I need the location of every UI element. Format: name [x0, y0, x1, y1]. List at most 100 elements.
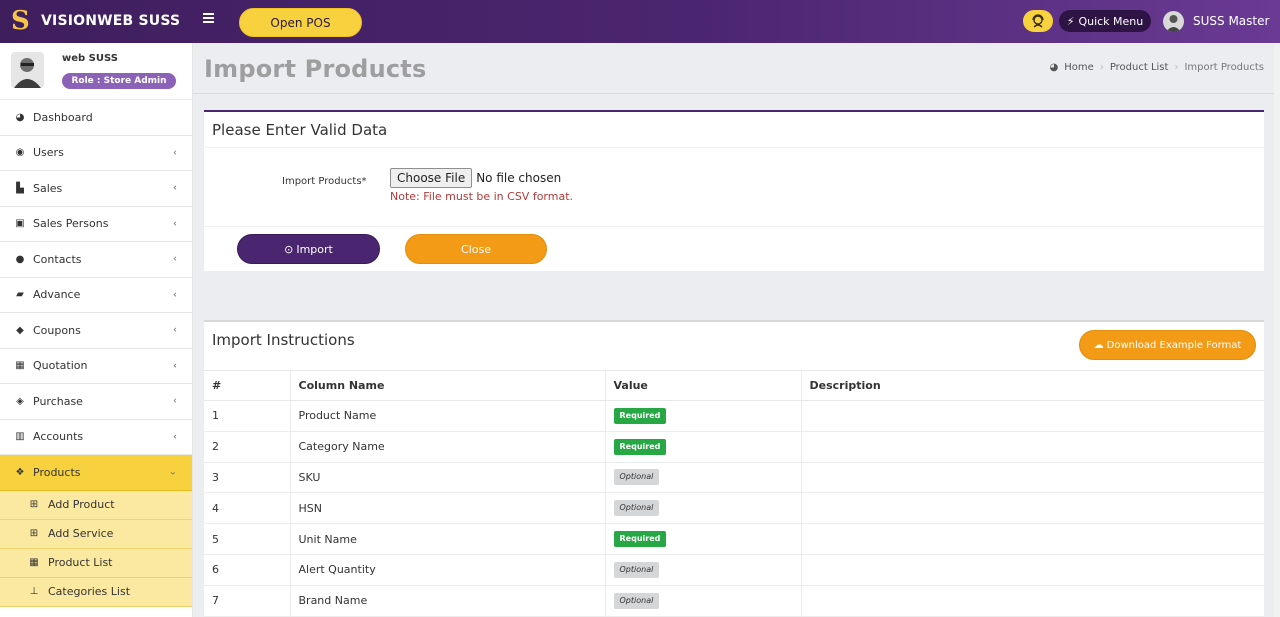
import-instructions-card: Import Instructions ☁ Download Example F… — [204, 320, 1264, 617]
submenu-item-add-product[interactable]: ⊞ Add Product — [0, 491, 192, 520]
role-badge: Role : Store Admin — [62, 73, 176, 89]
import-button[interactable]: ⊙ Import — [237, 234, 380, 264]
sidebar-item-sales-persons[interactable]: ▣ Sales Persons ‹ — [0, 207, 192, 242]
row-description — [800, 585, 1264, 617]
open-pos-button[interactable]: Open POS — [239, 8, 362, 37]
sidebar-item-advance[interactable]: ▰ Advance ‹ — [0, 278, 192, 313]
support-button[interactable] — [1023, 10, 1053, 32]
submenu-item-product-list[interactable]: ▦ Product List — [0, 549, 192, 578]
sidebar-item-purchase[interactable]: ◈ Purchase ‹ — [0, 384, 192, 420]
table-row: 1 Product Name Required — [204, 400, 1264, 432]
import-label: Import — [296, 242, 333, 256]
form-title: Please Enter Valid Data — [212, 121, 388, 139]
sidebar-item-users[interactable]: ◉ Users ‹ — [0, 136, 192, 171]
table-row: 2 Category Name Required — [204, 431, 1264, 463]
sidebar-item-accounts[interactable]: ▥ Accounts ‹ — [0, 420, 192, 455]
row-column-name: HSN — [289, 492, 605, 525]
home-icon: ◕ — [1049, 62, 1059, 73]
row-value: Optional — [604, 585, 801, 617]
download-label: Download Example Format — [1106, 339, 1242, 351]
profile-avatar — [11, 52, 44, 88]
sidebar-item-label: Quotation — [33, 359, 88, 373]
breadcrumb-current: Import Products — [1184, 62, 1264, 73]
sidebar-item-label: Advance — [33, 288, 81, 302]
breadcrumb-separator: › — [1174, 62, 1179, 73]
chevron-down-icon: ⌄ — [168, 466, 177, 478]
chevron-left-icon: ‹ — [173, 289, 177, 301]
breadcrumb-home[interactable]: Home — [1064, 62, 1094, 73]
sidebar-item-label: Sales — [33, 181, 63, 195]
user-menu[interactable]: SUSS Master — [1163, 10, 1269, 32]
required-badge: Required — [613, 531, 667, 548]
quick-menu-button[interactable]: ⚡ Quick Menu — [1059, 10, 1151, 32]
chevron-left-icon: ‹ — [173, 395, 177, 407]
submenu-item-label: Add Product — [48, 498, 115, 511]
dashboard-icon: ◕ — [15, 111, 25, 123]
profile-name: web SUSS — [62, 53, 118, 64]
sitemap-icon: ⊥ — [29, 586, 39, 597]
brand-name: VISIONWEB SUSS — [41, 13, 181, 29]
submenu-item-label: Categories List — [48, 585, 131, 598]
plus-square-icon: ⊞ — [29, 528, 39, 539]
avatar — [1163, 10, 1184, 32]
cloud-download-icon: ☁ — [1093, 339, 1104, 351]
row-num: 7 — [204, 585, 290, 617]
row-description — [800, 554, 1264, 586]
download-example-button[interactable]: ☁ Download Example Format — [1079, 330, 1256, 360]
row-value: Optional — [604, 492, 801, 525]
choose-file-button[interactable]: Choose File — [390, 168, 473, 188]
sidebar-item-label: Dashboard — [33, 110, 93, 124]
row-column-name: Unit Name — [289, 523, 605, 555]
lightning-icon: ⚡ — [1066, 14, 1075, 28]
optional-badge: Optional — [613, 500, 660, 517]
calendar-icon: ▦ — [15, 360, 25, 372]
optional-badge: Optional — [613, 592, 660, 609]
chevron-left-icon: ‹ — [173, 147, 177, 159]
row-value: Optional — [604, 554, 801, 586]
sidebar-item-coupons[interactable]: ◆ Coupons ‹ — [0, 313, 192, 349]
submenu-item-add-service[interactable]: ⊞ Add Service — [0, 520, 192, 549]
file-input[interactable]: Choose File No file chosen — [390, 168, 561, 188]
row-description — [800, 492, 1264, 525]
row-value: Optional — [604, 462, 801, 494]
row-num: 1 — [204, 400, 290, 432]
page-title: Import Products — [204, 55, 427, 83]
breadcrumb-product-list[interactable]: Product List — [1110, 62, 1169, 73]
row-description — [800, 400, 1264, 432]
header-value: Value — [604, 370, 801, 401]
sidebar-item-sales[interactable]: ▙ Sales ‹ — [0, 171, 192, 207]
row-description — [800, 523, 1264, 555]
breadcrumb-separator: › — [1099, 62, 1104, 73]
submenu-item-label: Product List — [48, 556, 113, 569]
user-circle-icon: ◉ — [15, 147, 25, 159]
row-num: 5 — [204, 523, 290, 555]
row-column-name: Category Name — [289, 431, 605, 463]
page-scrollbar[interactable] — [1274, 43, 1280, 617]
book-icon: ▰ — [16, 289, 24, 301]
table-row: 6 Alert Quantity Optional — [204, 554, 1264, 586]
header-column-name: Column Name — [289, 370, 605, 401]
row-num: 4 — [204, 492, 290, 525]
sidebar: web SUSS Role : Store Admin ◕ Dashboard ◉ U… — [0, 43, 193, 617]
hamburger-menu-icon[interactable] — [203, 13, 215, 25]
sidebar-item-label: Coupons — [33, 323, 81, 337]
quick-menu-label: Quick Menu — [1078, 14, 1144, 28]
sidebar-item-label: Users — [33, 146, 64, 160]
close-button[interactable]: Close — [405, 234, 547, 264]
row-column-name: Product Name — [289, 400, 605, 432]
cart-icon: ▙ — [16, 182, 24, 194]
sidebar-item-contacts[interactable]: ● Contacts ‹ — [0, 242, 192, 278]
instructions-table: # Column Name Value Description 1 Product… — [204, 370, 1264, 617]
brand[interactable]: S VISIONWEB SUSS — [0, 0, 193, 43]
sidebar-item-products[interactable]: ❖ Products ⌄ — [0, 455, 192, 491]
submenu-item-categories-list[interactable]: ⊥ Categories List — [0, 578, 192, 607]
sidebar-item-quotation[interactable]: ▦ Quotation ‹ — [0, 349, 192, 384]
top-navbar: S VISIONWEB SUSS Open POS ⚡ Quick Menu S… — [0, 0, 1280, 43]
chevron-left-icon: ‹ — [173, 360, 177, 372]
chevron-left-icon: ‹ — [173, 431, 177, 443]
chevron-left-icon: ‹ — [173, 324, 177, 336]
optional-badge: Optional — [613, 561, 660, 578]
id-card-icon: ▣ — [15, 218, 25, 230]
chevron-left-icon: ‹ — [173, 182, 177, 194]
sidebar-item-dashboard[interactable]: ◕ Dashboard — [0, 100, 192, 136]
